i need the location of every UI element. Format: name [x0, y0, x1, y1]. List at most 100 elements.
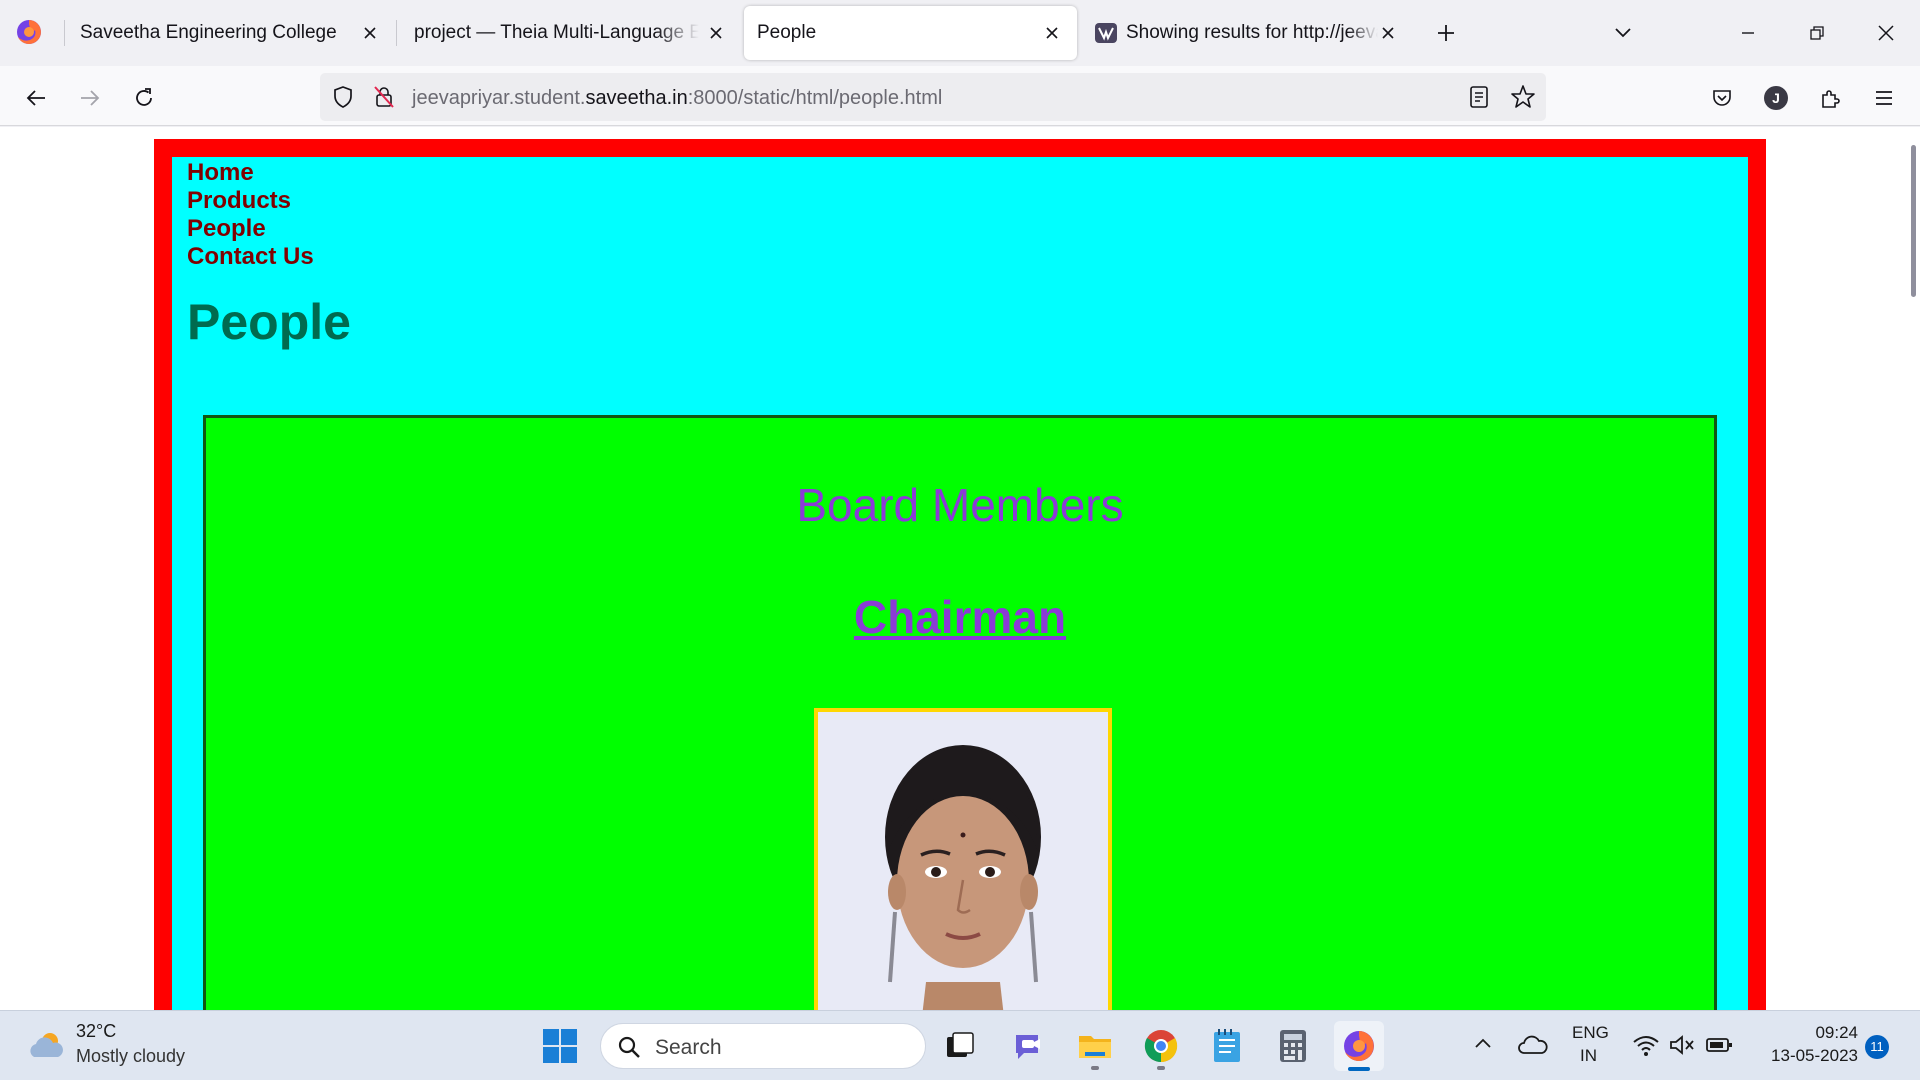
nav-link-products[interactable]: Products [187, 187, 314, 215]
volume-muted-icon[interactable] [1668, 1033, 1696, 1062]
app-menu-button[interactable] [1864, 78, 1904, 118]
language-indicator[interactable]: ENG IN [1566, 1023, 1612, 1071]
minimize-window-icon[interactable] [1731, 16, 1765, 50]
navigation-toolbar: jeevapriyar.student.saveetha.in:8000/sta… [0, 66, 1920, 126]
tab-strip: Saveetha Engineering College project — T… [0, 0, 1920, 66]
cloudy-weather-icon [30, 1033, 63, 1057]
board-members-section: Board Members Chairman [203, 415, 1717, 1010]
pocket-icon [1713, 90, 1731, 106]
tab-label: People [757, 22, 817, 43]
account-button[interactable]: J [1756, 78, 1796, 118]
page-outer-border: Home Products People Contact Us People B… [154, 139, 1766, 1010]
task-view-button[interactable] [935, 1021, 985, 1071]
language-code: ENG [1572, 1023, 1609, 1042]
portrait-image [818, 712, 1108, 1010]
nav-link-contact-us[interactable]: Contact Us [187, 243, 314, 271]
firefox-logo-icon[interactable] [15, 18, 43, 46]
new-tab-icon[interactable] [1429, 16, 1463, 50]
taskbar-search-box[interactable]: Search [600, 1023, 926, 1069]
running-indicator [1091, 1066, 1099, 1070]
wifi-icon[interactable] [1632, 1033, 1660, 1062]
clock-date: 13-05-2023 [1771, 1046, 1858, 1065]
firefox-taskbar-button[interactable] [1334, 1021, 1384, 1071]
site-favicon-icon [1095, 23, 1117, 43]
reader-view-icon[interactable] [1468, 85, 1490, 109]
onedrive-cloud-icon[interactable] [1518, 1033, 1548, 1062]
tab-saveetha[interactable]: Saveetha Engineering College [66, 6, 394, 60]
tab-label: Saveetha Engineering College [80, 22, 337, 43]
account-initial: J [1772, 90, 1780, 106]
chat-icon [1016, 1035, 1040, 1059]
search-label: Search [655, 1036, 722, 1059]
list-all-tabs-icon[interactable] [1606, 16, 1640, 50]
tab-separator [64, 20, 65, 46]
folder-icon [1079, 1036, 1111, 1058]
pocket-button[interactable] [1702, 78, 1742, 118]
nav-link-people[interactable]: People [187, 215, 314, 243]
tab-search-results[interactable]: Showing results for http://jeevapriyar [1090, 6, 1406, 60]
windows-taskbar: 32°C Mostly cloudy Search ENG IN 09:24 1… [0, 1010, 1920, 1080]
windows-logo-icon [543, 1029, 577, 1063]
weather-widget[interactable]: 32°C Mostly cloudy [0, 1011, 200, 1080]
weather-temperature: 32°C [76, 1021, 117, 1041]
extensions-button[interactable] [1810, 78, 1850, 118]
restore-window-icon[interactable] [1800, 16, 1834, 50]
region-code: IN [1580, 1046, 1597, 1065]
close-window-icon[interactable] [1869, 16, 1903, 50]
calculator-button[interactable] [1268, 1021, 1318, 1071]
insecure-lock-icon[interactable] [373, 85, 395, 109]
nav-link-home[interactable]: Home [187, 159, 314, 187]
back-arrow-icon [26, 90, 45, 106]
search-icon [618, 1036, 640, 1058]
show-hidden-icons-chevron-icon[interactable] [1472, 1033, 1498, 1059]
url-prefix: jeevapriyar.student. [412, 87, 586, 109]
chrome-icon [1144, 1030, 1178, 1063]
file-explorer-button[interactable] [1070, 1021, 1120, 1071]
forward-arrow-icon [81, 90, 100, 106]
clock[interactable]: 09:24 13-05-2023 [1748, 1023, 1858, 1071]
battery-icon[interactable] [1705, 1035, 1733, 1060]
close-tab-icon[interactable] [1374, 19, 1402, 47]
url-text[interactable]: jeevapriyar.student.saveetha.in:8000/sta… [412, 87, 942, 110]
firefox-icon [1344, 1031, 1374, 1061]
clock-time: 09:24 [1815, 1023, 1858, 1042]
notepad-button[interactable] [1202, 1021, 1252, 1071]
notification-count-badge[interactable]: 11 [1865, 1035, 1889, 1059]
tab-label: Showing results for http://jeevapriyar [1126, 22, 1378, 43]
chrome-button[interactable] [1136, 1021, 1186, 1071]
bookmark-star-icon[interactable] [1510, 84, 1536, 110]
tab-separator [396, 20, 397, 46]
section-title: Board Members [796, 479, 1124, 531]
address-bar[interactable]: jeevapriyar.student.saveetha.in:8000/sta… [320, 73, 1546, 121]
page-content: Home Products People Contact Us People B… [172, 157, 1748, 1010]
tab-theia[interactable]: project — Theia Multi-Language Example [400, 6, 730, 60]
close-tab-icon[interactable] [702, 19, 730, 47]
chairman-heading: Chairman [853, 591, 1067, 643]
task-view-icon [947, 1032, 974, 1057]
active-app-indicator [1348, 1067, 1370, 1071]
scrollbar-thumb[interactable] [1911, 145, 1916, 297]
running-indicator [1157, 1066, 1165, 1070]
close-tab-icon[interactable] [1038, 19, 1066, 47]
start-button[interactable] [535, 1021, 585, 1071]
close-tab-icon[interactable] [356, 19, 384, 47]
avatar: J [1764, 86, 1788, 110]
tab-label: project — Theia Multi-Language Example [414, 22, 699, 43]
weather-description: Mostly cloudy [76, 1046, 186, 1066]
page-title: People [187, 294, 351, 350]
puzzle-piece-icon [1822, 90, 1840, 108]
calculator-icon [1280, 1030, 1306, 1062]
notepad-icon [1214, 1029, 1240, 1062]
forward-button[interactable] [70, 78, 110, 118]
page-viewport: Home Products People Contact Us People B… [0, 127, 1920, 1010]
hamburger-menu-icon [1876, 91, 1892, 105]
teams-chat-button[interactable] [1004, 1021, 1054, 1071]
site-navigation: Home Products People Contact Us [187, 159, 314, 271]
url-path: :8000/static/html/people.html [687, 87, 943, 109]
reload-button[interactable] [124, 78, 164, 118]
back-button[interactable] [16, 78, 56, 118]
tracking-protection-shield-icon[interactable] [332, 85, 354, 109]
tab-people[interactable]: People [744, 6, 1077, 60]
chairman-photo [814, 708, 1112, 1010]
url-domain: saveetha.in [585, 87, 688, 109]
